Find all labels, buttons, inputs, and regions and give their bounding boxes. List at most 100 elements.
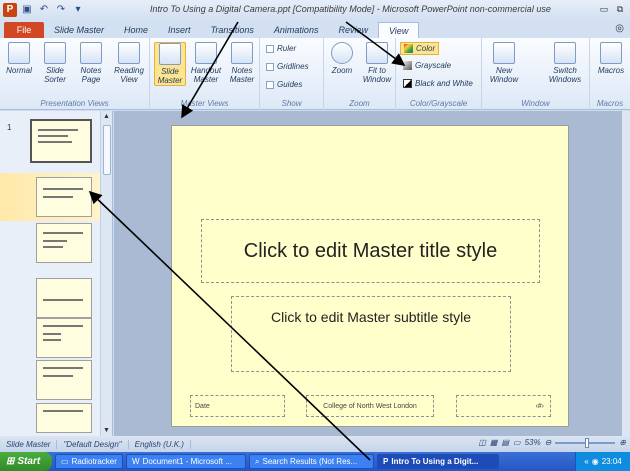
gridlines-label: Gridlines bbox=[277, 62, 309, 71]
switch-windows-button[interactable]: Switch Windows bbox=[544, 42, 586, 84]
undo-icon[interactable]: ↶ bbox=[37, 3, 51, 17]
zoom-level[interactable]: 53% bbox=[525, 438, 541, 447]
notes-page-button[interactable]: Notes Page bbox=[74, 42, 108, 84]
macros-icon bbox=[600, 42, 622, 64]
ruler-checkbox[interactable]: Ruler bbox=[266, 44, 296, 53]
slides-pane: 1 ▲ ▼ bbox=[0, 111, 113, 436]
tab-transitions[interactable]: Transitions bbox=[201, 22, 264, 38]
handout-master-icon bbox=[195, 42, 217, 64]
ribbon: Normal Slide Sorter Notes Page Reading V… bbox=[0, 38, 630, 110]
slide-number-placeholder[interactable]: ‹#› bbox=[456, 395, 551, 417]
task-radiotracker[interactable]: ▭ Radiotracker bbox=[55, 454, 123, 469]
reading-view-icon bbox=[118, 42, 140, 64]
black-and-white-button[interactable]: Black and White bbox=[400, 78, 476, 89]
slide-master-icon bbox=[159, 43, 181, 65]
system-tray: « ◉ 23:04 bbox=[575, 452, 630, 471]
tab-review[interactable]: Review bbox=[328, 22, 378, 38]
layout-thumbnail[interactable] bbox=[36, 318, 92, 358]
layout-thumbnail[interactable] bbox=[36, 177, 92, 217]
slide-sorter-button[interactable]: Slide Sorter bbox=[38, 42, 72, 84]
layout-thumbnail-row[interactable] bbox=[0, 316, 100, 364]
slide-master-layout[interactable]: Click to edit Master title style Click t… bbox=[171, 125, 569, 427]
redo-icon[interactable]: ↷ bbox=[54, 3, 68, 17]
reading-view-icon[interactable]: ▤ bbox=[501, 438, 509, 447]
grayscale-button[interactable]: Grayscale bbox=[400, 60, 454, 71]
tab-home[interactable]: Home bbox=[114, 22, 158, 38]
slide-master-button[interactable]: Slide Master bbox=[154, 42, 186, 86]
canvas-scrollbar[interactable] bbox=[622, 111, 630, 436]
layout-thumbnail[interactable] bbox=[36, 360, 92, 400]
subtitle-placeholder[interactable]: Click to edit Master subtitle style bbox=[231, 296, 511, 372]
start-button[interactable]: ⊞ Start bbox=[0, 452, 52, 471]
macros-group: Macros Macros bbox=[590, 38, 630, 110]
tab-insert[interactable]: Insert bbox=[158, 22, 201, 38]
tab-slide-master[interactable]: Slide Master bbox=[44, 22, 114, 38]
zoom-group: Zoom Fit to Window Zoom bbox=[324, 38, 396, 110]
restore-icon[interactable]: ⧉ bbox=[614, 3, 626, 15]
task-document1[interactable]: W Document1 - Microsoft ... bbox=[126, 454, 246, 469]
task-label: Search Results (Not Res... bbox=[262, 457, 358, 466]
zoom-slider-knob[interactable] bbox=[585, 437, 590, 448]
color-button[interactable]: Color bbox=[400, 42, 440, 55]
normal-view-button[interactable]: Normal bbox=[2, 42, 36, 75]
master-thumbnail[interactable] bbox=[30, 119, 92, 163]
layout-thumbnail[interactable] bbox=[36, 403, 92, 433]
network-icon[interactable]: ◉ bbox=[592, 457, 599, 466]
normal-view-icon bbox=[8, 42, 30, 64]
slide-sorter-icon[interactable]: ▦ bbox=[490, 438, 498, 447]
normal-view-icon[interactable]: ◫ bbox=[478, 438, 486, 447]
task-powerpoint[interactable]: P Intro To Using a Digit... bbox=[377, 454, 499, 469]
ruler-label: Ruler bbox=[277, 44, 297, 53]
layout-thumbnail-row-selected[interactable] bbox=[0, 173, 100, 221]
window-group: New Window Switch Windows Window bbox=[482, 38, 590, 110]
layout-thumbnail[interactable] bbox=[36, 223, 92, 263]
footer-placeholder[interactable]: College of North West London bbox=[306, 395, 434, 417]
powerpoint-app-icon[interactable]: P bbox=[3, 3, 17, 17]
macros-button[interactable]: Macros bbox=[594, 42, 628, 75]
scroll-thumb[interactable] bbox=[103, 125, 111, 175]
handout-master-button[interactable]: Handout Master bbox=[188, 42, 224, 84]
layout-thumbnail[interactable] bbox=[36, 278, 92, 318]
tab-view[interactable]: View bbox=[377, 22, 420, 38]
scroll-down-icon[interactable]: ▼ bbox=[103, 427, 110, 434]
layout-thumbnail-row[interactable] bbox=[0, 221, 100, 269]
grayscale-icon bbox=[403, 61, 412, 70]
slideshow-icon[interactable]: ▭ bbox=[513, 438, 521, 447]
task-label: Intro To Using a Digit... bbox=[391, 457, 479, 466]
zoom-slider[interactable] bbox=[555, 437, 616, 448]
slides-pane-scrollbar[interactable]: ▲ ▼ bbox=[100, 111, 112, 436]
notes-master-button[interactable]: Notes Master bbox=[226, 42, 258, 84]
layout-thumbnail-row[interactable] bbox=[0, 358, 100, 406]
magnifier-icon bbox=[331, 42, 353, 64]
switch-windows-icon bbox=[554, 42, 576, 64]
minimize-icon[interactable]: ▭ bbox=[598, 3, 610, 15]
presentation-views-group: Normal Slide Sorter Notes Page Reading V… bbox=[0, 38, 150, 110]
date-placeholder[interactable]: Date bbox=[190, 395, 285, 417]
new-window-label: New Window bbox=[489, 66, 519, 84]
reading-view-button[interactable]: Reading View bbox=[110, 42, 148, 84]
scroll-up-icon[interactable]: ▲ bbox=[103, 113, 110, 120]
zoom-out-icon[interactable]: ⊖ bbox=[545, 438, 552, 447]
save-icon[interactable]: ▣ bbox=[20, 3, 34, 17]
master-thumbnail-row[interactable]: 1 bbox=[0, 119, 100, 167]
tab-animations[interactable]: Animations bbox=[264, 22, 329, 38]
task-search-results[interactable]: ⌕ Search Results (Not Res... bbox=[249, 454, 374, 469]
new-window-button[interactable]: New Window bbox=[486, 42, 522, 84]
zoom-button[interactable]: Zoom bbox=[326, 42, 358, 75]
zoom-in-icon[interactable]: ⊕ bbox=[619, 438, 626, 447]
tab-file[interactable]: File bbox=[4, 22, 44, 38]
guides-checkbox[interactable]: Guides bbox=[266, 80, 302, 89]
new-window-icon bbox=[493, 42, 515, 64]
title-placeholder[interactable]: Click to edit Master title style bbox=[201, 219, 540, 283]
help-icon[interactable]: ◎ bbox=[615, 23, 624, 34]
status-language[interactable]: English (U.K.) bbox=[129, 439, 191, 449]
tray-expand-icon[interactable]: « bbox=[584, 457, 588, 466]
slide-sorter-icon bbox=[44, 42, 66, 64]
clock[interactable]: 23:04 bbox=[602, 457, 622, 466]
gridlines-checkbox[interactable]: Gridlines bbox=[266, 62, 309, 71]
status-theme[interactable]: "Default Design" bbox=[57, 439, 129, 449]
fit-to-window-button[interactable]: Fit to Window bbox=[360, 42, 394, 84]
customize-qat-icon[interactable]: ▾ bbox=[71, 3, 85, 17]
notes-master-icon bbox=[231, 42, 253, 64]
status-view: Slide Master bbox=[0, 439, 58, 449]
